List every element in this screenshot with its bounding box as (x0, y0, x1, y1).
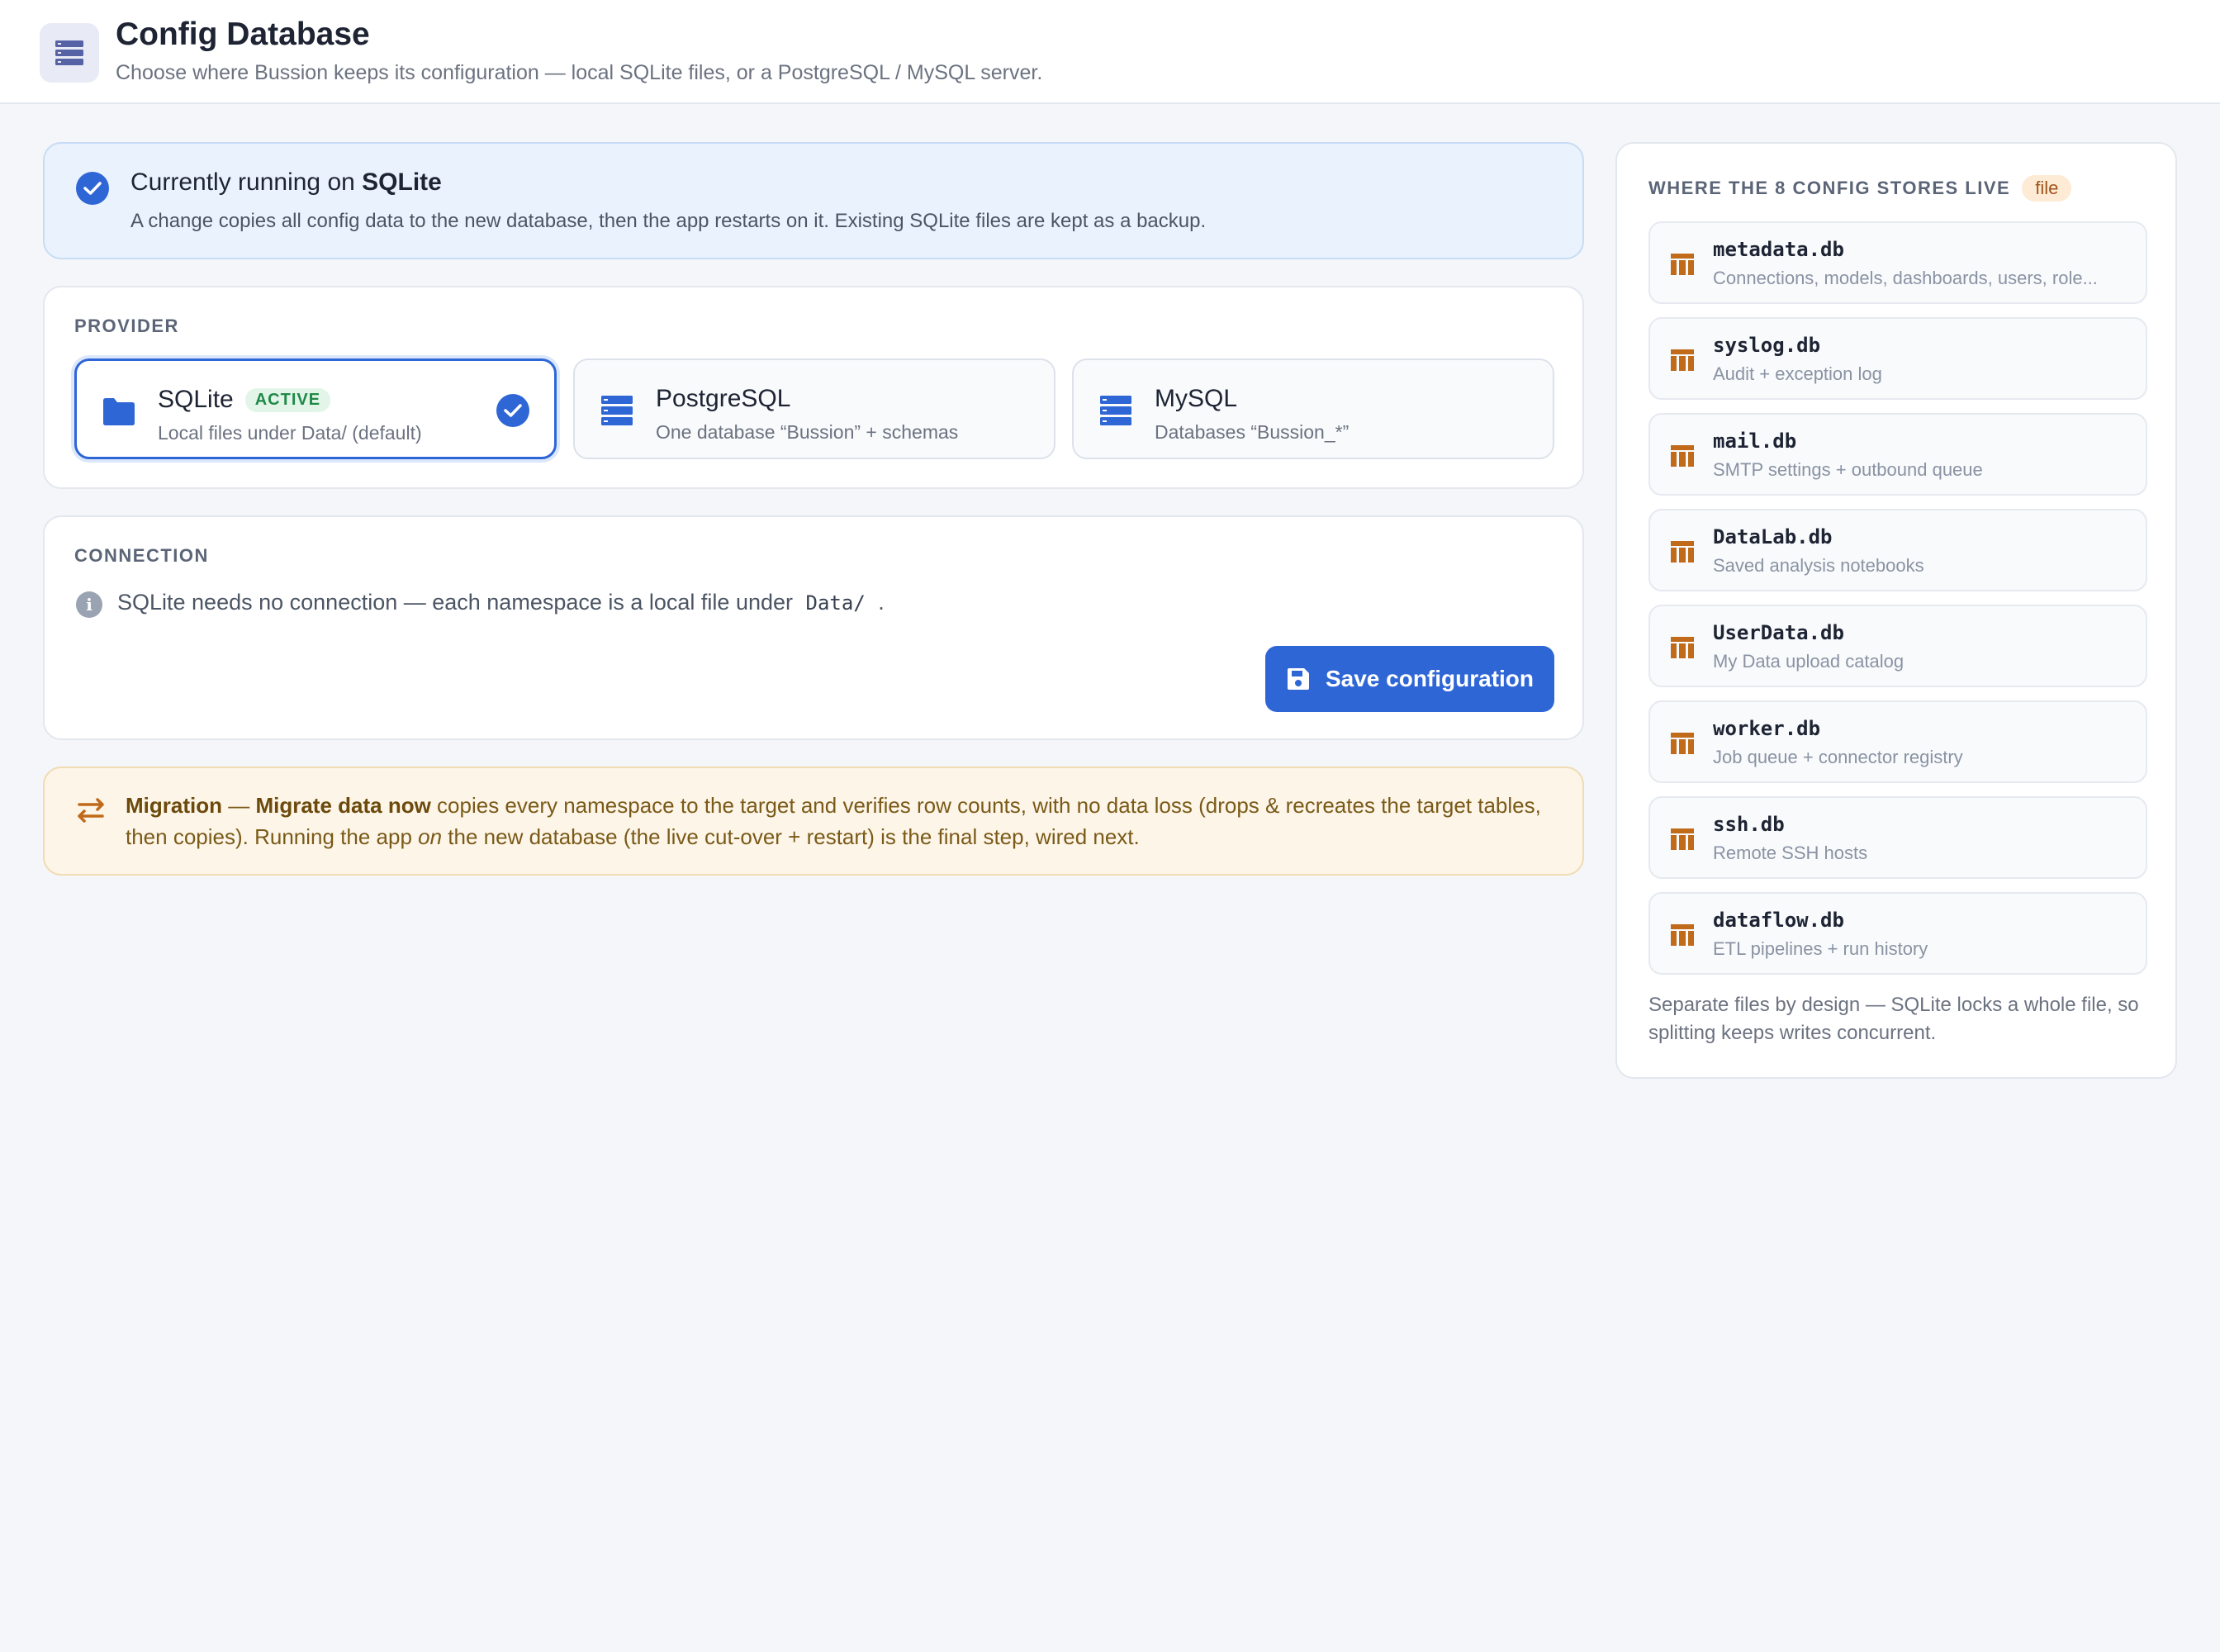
save-icon (1287, 668, 1309, 690)
stores-title: WHERE THE 8 CONFIG STORES LIVE file (1648, 175, 2072, 202)
store-desc: Connections, models, dashboards, users, … (1713, 268, 2098, 288)
provider-option-name: MySQL (1155, 385, 1238, 412)
provider-option-sqlite[interactable]: SQLite ACTIVE Local files under Data/ (de… (74, 358, 557, 459)
store-item[interactable]: ssh.db Remote SSH hosts (1648, 796, 2147, 879)
save-configuration-button[interactable]: Save configuration (1265, 646, 1554, 712)
migration-action: Migrate data now (255, 793, 431, 818)
status-provider: SQLite (362, 169, 442, 196)
sqlite-name: SQLite (158, 386, 234, 413)
store-desc: Audit + exception log (1713, 363, 1882, 384)
database-list-icon (40, 23, 99, 83)
info-icon: i (76, 591, 102, 618)
provider-option-desc: Databases “Bussion_*” (1155, 421, 1350, 443)
provider-label: PROVIDER (74, 316, 179, 336)
provider-option-postgresql[interactable]: PostgreSQL One database “Bussion” + sche… (573, 358, 1055, 459)
migration-text-2: the new database (the live cut-over + re… (442, 824, 1140, 849)
provider-option-desc: One database “Bussion” + schemas (656, 421, 959, 443)
store-name: UserData.db (1713, 621, 1844, 644)
table-icon (1670, 923, 1695, 951)
store-desc: Job queue + connector registry (1713, 747, 1963, 767)
table-icon (1670, 828, 1695, 855)
migration-emphasis: on (418, 824, 443, 849)
store-item[interactable]: worker.db Job queue + connector registry (1648, 700, 2147, 783)
connection-text-end: . (878, 590, 885, 615)
provider-option-mysql[interactable]: MySQL Databases “Bussion_*” (1072, 358, 1554, 459)
store-item[interactable]: mail.db SMTP settings + outbound queue (1648, 413, 2147, 496)
store-item[interactable]: dataflow.db ETL pipelines + run history (1648, 892, 2147, 975)
config-database-page: Config Database Choose where Bussion kee… (0, 0, 2220, 1652)
store-name: syslog.db (1713, 334, 1821, 357)
connection-label: CONNECTION (74, 545, 209, 566)
status-message: A change copies all config data to the n… (130, 210, 1207, 232)
provider-option-name: PostgreSQL (656, 385, 791, 412)
store-desc: SMTP settings + outbound queue (1713, 459, 1983, 480)
connection-message: SQLite needs no connection — each namesp… (117, 590, 885, 615)
page-title: Config Database (116, 17, 370, 52)
migration-note: Migration — Migrate data now copies ever… (43, 767, 1584, 876)
connection-text: SQLite needs no connection — each namesp… (117, 590, 794, 615)
stores-title-text: WHERE THE 8 CONFIG STORES LIVE (1648, 178, 2011, 198)
stores-footer: Separate files by design — SQLite locks … (1648, 994, 2139, 1044)
store-desc: ETL pipelines + run history (1713, 938, 1928, 959)
check-circle-icon (76, 172, 109, 205)
table-icon (1670, 636, 1695, 663)
store-name: mail.db (1713, 430, 1797, 453)
page-header: Config Database Choose where Bussion kee… (0, 0, 2220, 104)
store-item[interactable]: syslog.db Audit + exception log (1648, 317, 2147, 400)
table-icon (1670, 540, 1695, 567)
provider-option-name: SQLite ACTIVE (158, 386, 331, 414)
provider-option-desc: Local files under Data/ (default) (158, 422, 422, 444)
active-badge: ACTIVE (244, 388, 331, 412)
migration-title: Migration (126, 793, 222, 818)
store-desc: Saved analysis notebooks (1713, 555, 1924, 576)
table-icon (1670, 444, 1695, 472)
store-desc: My Data upload catalog (1713, 651, 1905, 672)
table-icon (1670, 349, 1695, 376)
migration-text: Migration — Migrate data now copies ever… (126, 790, 1563, 852)
selected-check-icon (496, 394, 529, 427)
folder-icon (103, 398, 135, 425)
status-prefix: Currently running on (130, 169, 363, 196)
store-name: DataLab.db (1713, 525, 1833, 548)
table-icon (1670, 253, 1695, 280)
table-icon (1670, 732, 1695, 759)
store-name: worker.db (1713, 717, 1821, 740)
current-provider-banner: Currently running on SQLite A change cop… (43, 142, 1584, 259)
store-name: ssh.db (1713, 813, 1785, 836)
store-item[interactable]: DataLab.db Saved analysis notebooks (1648, 509, 2147, 591)
config-stores-panel: WHERE THE 8 CONFIG STORES LIVE file metad… (1615, 142, 2177, 1079)
file-badge: file (2022, 175, 2072, 202)
store-item[interactable]: UserData.db My Data upload catalog (1648, 605, 2147, 687)
status-title: Currently running on SQLite (130, 169, 442, 197)
store-desc: Remote SSH hosts (1713, 843, 1868, 863)
swap-arrows-icon (78, 798, 104, 823)
migration-dash: — (222, 793, 256, 818)
server-icon (1100, 396, 1131, 425)
server-icon (601, 396, 633, 425)
store-name: metadata.db (1713, 238, 1844, 261)
store-name: dataflow.db (1713, 909, 1844, 932)
page-subtitle: Choose where Bussion keeps its configura… (116, 61, 1043, 84)
store-item[interactable]: metadata.db Connections, models, dashboar… (1648, 221, 2147, 304)
data-path: Data/ (805, 591, 866, 615)
save-label: Save configuration (1325, 666, 1535, 691)
